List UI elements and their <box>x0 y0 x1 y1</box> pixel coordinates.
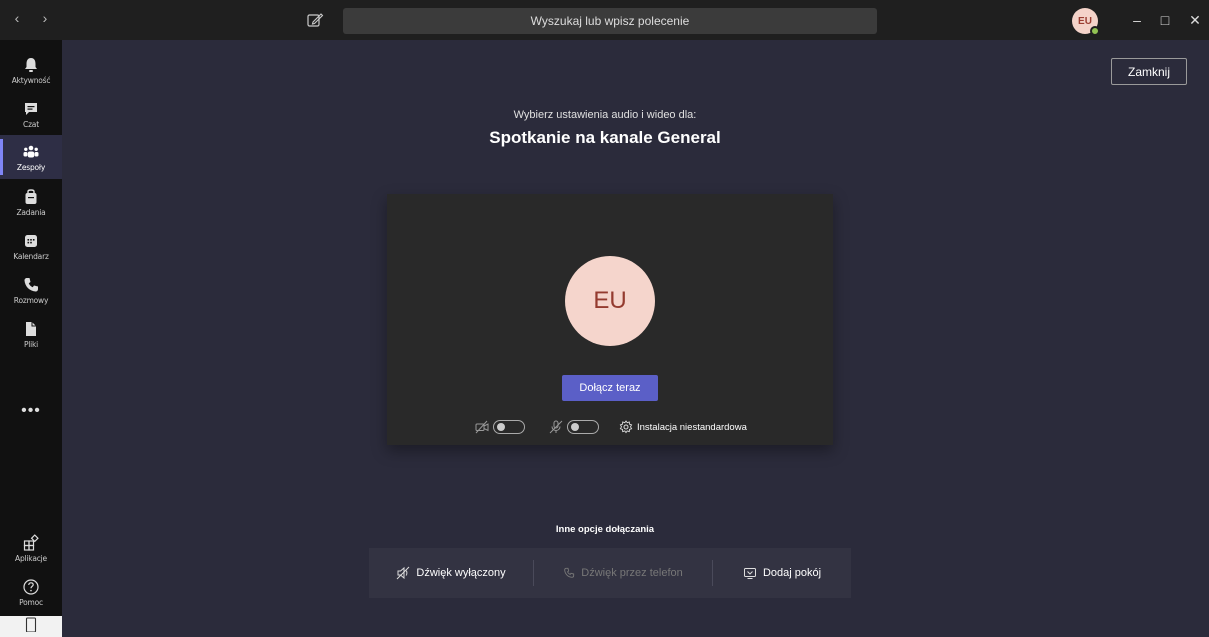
title-bar: ‹ › Wyszukaj lub wpisz polecenie EU – □ … <box>0 0 1209 40</box>
close-button[interactable]: Zamknij <box>1111 58 1187 85</box>
avatar: EU <box>565 256 655 346</box>
minimize-button[interactable]: – <box>1125 9 1149 31</box>
mic-toggle[interactable] <box>567 420 599 434</box>
rail-item-label: Kalendarz <box>13 251 49 261</box>
rail-item-activity[interactable]: Aktywność <box>0 48 62 92</box>
mic-toggle-knob <box>571 423 579 431</box>
avatar-initials: EU <box>593 287 627 314</box>
chat-icon <box>25 102 37 115</box>
add-room-label: Dodaj pokój <box>762 567 822 579</box>
phone-icon <box>564 567 575 578</box>
forward-arrow-icon[interactable]: › <box>38 10 52 26</box>
compose-icon[interactable] <box>305 10 325 30</box>
rail-item-files[interactable]: Pliki <box>0 312 62 356</box>
phone-audio-label: Dźwięk przez telefon <box>581 567 683 579</box>
close-window-button[interactable]: ✕ <box>1183 9 1207 31</box>
device-icon <box>25 617 37 632</box>
apps-icon <box>23 533 39 551</box>
rail-item-calls[interactable]: Rozmowy <box>0 268 62 312</box>
rail-item-tasks[interactable]: Zadania <box>0 180 62 224</box>
app-rail: Aktywność Czat Zespoły Zadania Kalendarz… <box>0 40 62 637</box>
other-join-options: Dźwięk wyłączony Dźwięk przez telefon Do… <box>369 548 851 598</box>
mic-off-icon <box>549 420 563 434</box>
camera-toggle-knob <box>497 423 505 431</box>
av-controls: Instalacja niestandardowa <box>387 414 833 438</box>
custom-setup-link[interactable]: Instalacja niestandardowa <box>637 422 747 433</box>
history-nav: ‹ › <box>10 10 52 26</box>
speaker-off-icon <box>397 566 410 580</box>
add-room-option[interactable]: Dodaj pokój <box>713 548 851 598</box>
calendar-icon <box>25 234 37 247</box>
bell-icon <box>25 57 37 72</box>
rail-item-label: Zadania <box>16 207 46 217</box>
camera-off-icon <box>475 420 489 434</box>
rail-item-help[interactable]: Pomoc <box>0 570 62 614</box>
maximize-button[interactable]: □ <box>1153 9 1177 31</box>
back-arrow-icon[interactable]: ‹ <box>10 10 24 26</box>
more-apps-button[interactable]: ••• <box>0 402 62 420</box>
teams-icon <box>23 145 39 157</box>
phone-icon <box>24 277 38 291</box>
search-input[interactable]: Wyszukaj lub wpisz polecenie <box>343 8 877 34</box>
rail-item-label: Aktywność <box>11 75 51 85</box>
rail-item-apps[interactable]: Aplikacje <box>0 526 62 570</box>
device-bar[interactable] <box>0 616 62 637</box>
rail-item-teams[interactable]: Zespoły <box>0 135 62 179</box>
rail-item-chat[interactable]: Czat <box>0 92 62 136</box>
gear-icon <box>619 420 633 434</box>
phone-audio-option[interactable]: Dźwięk przez telefon <box>534 548 712 598</box>
rail-item-label: Aplikacje <box>15 553 47 563</box>
join-subtitle: Wybierz ustawienia audio i wideo dla: <box>513 109 697 121</box>
meeting-title: Spotkanie na kanale General <box>489 128 721 147</box>
presence-icon <box>1090 26 1100 36</box>
rail-item-label: Rozmowy <box>13 295 49 305</box>
camera-toggle[interactable] <box>493 420 525 434</box>
rail-item-label: Czat <box>23 119 39 129</box>
audio-off-label: Dźwięk wyłączony <box>416 567 506 579</box>
video-preview: EU Dołącz teraz Instalacja niestandardow… <box>387 194 833 445</box>
rail-item-label: Pliki <box>23 339 39 349</box>
rail-item-calendar[interactable]: Kalendarz <box>0 224 62 268</box>
files-icon <box>26 321 36 336</box>
user-initials: EU <box>1078 15 1092 27</box>
rail-item-label: Pomoc <box>19 597 43 607</box>
tasks-icon <box>25 188 37 204</box>
join-now-button[interactable]: Dołącz teraz <box>562 375 658 401</box>
audio-off-option[interactable]: Dźwięk wyłączony <box>369 548 533 598</box>
other-join-options-heading: Inne opcje dołączania <box>555 524 655 535</box>
search-placeholder: Wyszukaj lub wpisz polecenie <box>530 14 690 28</box>
rail-item-label: Zespoły <box>16 162 46 172</box>
room-icon <box>743 568 756 579</box>
help-icon <box>23 578 39 595</box>
